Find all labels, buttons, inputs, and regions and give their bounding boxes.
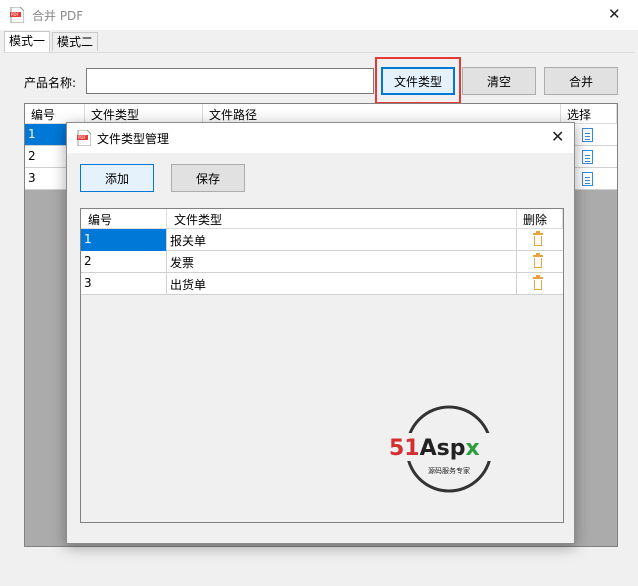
pdf-app-icon: PDF	[77, 130, 91, 146]
product-name-label: 产品名称:	[24, 76, 77, 90]
row-id[interactable]: 1	[81, 229, 167, 251]
file-type-button[interactable]: 文件类型	[381, 67, 455, 95]
table-row[interactable]: 2 发票	[81, 251, 563, 273]
trash-icon[interactable]	[533, 253, 543, 268]
window-title: 合并 PDF	[32, 9, 84, 23]
pdf-app-icon: PDF	[10, 7, 24, 23]
column-header-file-type[interactable]: 文件类型	[85, 104, 203, 124]
document-icon[interactable]	[582, 150, 593, 164]
column-header-file-type[interactable]: 文件类型	[167, 209, 517, 229]
title-bar: PDF 合并 PDF ✕	[0, 0, 638, 30]
close-icon[interactable]: ✕	[608, 5, 621, 23]
column-header-file-path[interactable]: 文件路径	[203, 104, 561, 124]
table-row[interactable]: 3 出货单	[81, 273, 563, 295]
svg-text:PDF: PDF	[78, 135, 86, 140]
watermark-logo: 51Aspx 源码服务专家	[387, 405, 511, 493]
merge-button[interactable]: 合并	[544, 67, 618, 95]
trash-icon[interactable]	[533, 231, 543, 246]
dialog-title-bar: PDF 文件类型管理 ✕	[67, 123, 574, 153]
row-id[interactable]: 3	[81, 273, 167, 295]
clear-button[interactable]: 清空	[462, 67, 536, 95]
document-icon[interactable]	[582, 128, 593, 142]
row-id[interactable]: 2	[81, 251, 167, 273]
product-name-input[interactable]	[86, 68, 374, 94]
tab-mode-one[interactable]: 模式一	[4, 31, 50, 52]
column-header-id[interactable]: 编号	[81, 209, 167, 229]
svg-text:PDF: PDF	[11, 12, 19, 17]
file-type-manager-dialog: PDF 文件类型管理 ✕ 添加 保存 编号 文件类型 删除 1 报关单 2 发票…	[66, 122, 575, 544]
dialog-title: 文件类型管理	[97, 132, 170, 146]
save-button[interactable]: 保存	[171, 164, 245, 192]
column-header-delete[interactable]: 删除	[517, 209, 563, 229]
column-header-select[interactable]: 选择	[561, 104, 617, 124]
tab-mode-two[interactable]: 模式二	[52, 32, 98, 51]
table-row[interactable]: 1 报关单	[81, 229, 563, 251]
row-file-type[interactable]: 报关单	[167, 229, 517, 251]
trash-icon[interactable]	[533, 275, 543, 290]
add-button[interactable]: 添加	[80, 164, 154, 192]
close-icon[interactable]: ✕	[551, 127, 564, 146]
svg-text:源码服务专家: 源码服务专家	[428, 466, 470, 475]
document-icon[interactable]	[582, 172, 593, 186]
svg-text:51Aspx: 51Aspx	[389, 436, 480, 461]
row-file-type[interactable]: 发票	[167, 251, 517, 273]
column-header-id[interactable]: 编号	[25, 104, 85, 124]
row-file-type[interactable]: 出货单	[167, 273, 517, 295]
